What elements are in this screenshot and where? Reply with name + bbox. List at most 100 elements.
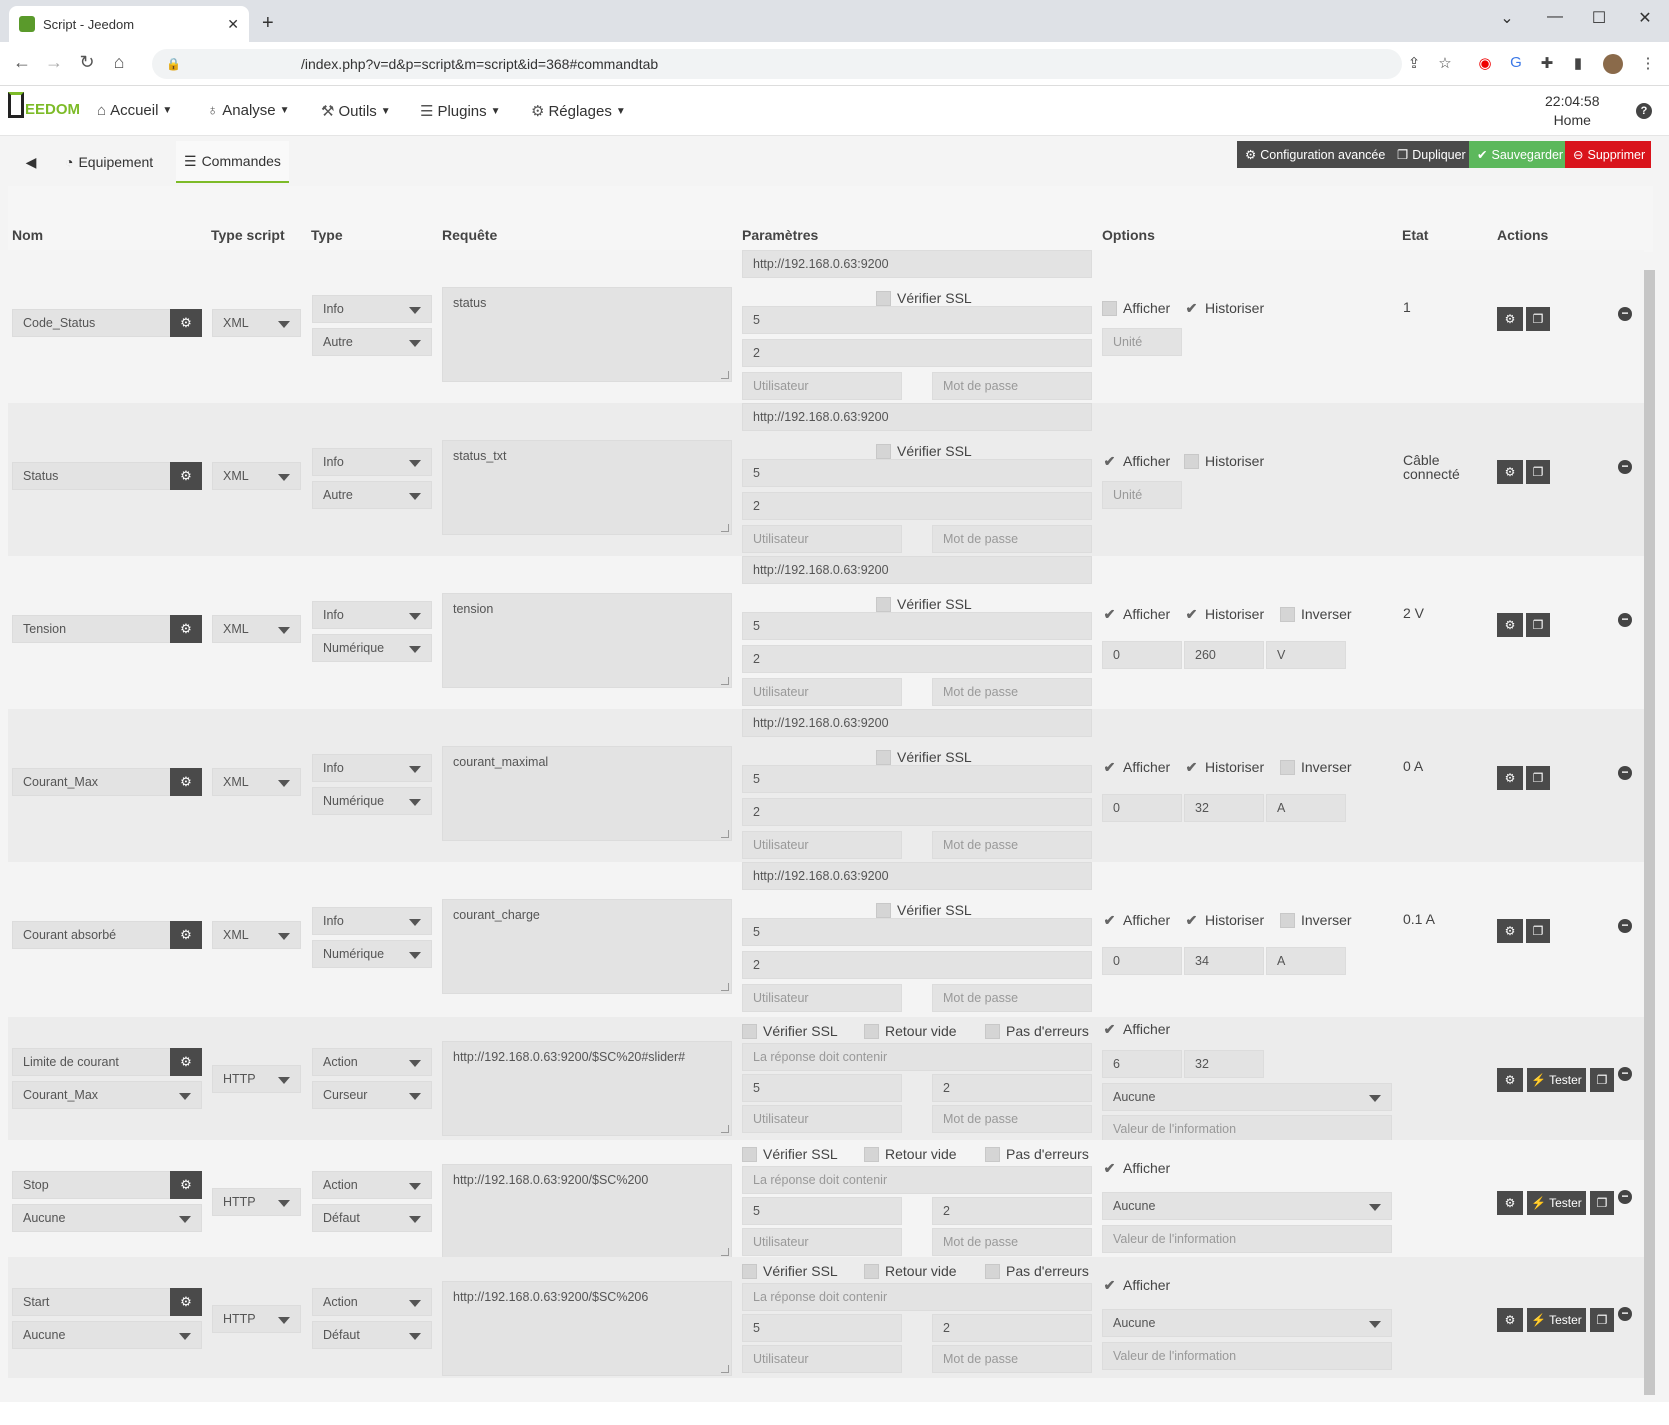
unit-input[interactable]: A	[1266, 794, 1346, 822]
duplicate-button[interactable]: ❐	[1590, 1191, 1614, 1215]
type-select[interactable]: Action	[312, 1171, 432, 1199]
advanced-config-button[interactable]: ⚙	[1497, 1068, 1523, 1092]
translate-extension-icon[interactable]: G	[1506, 54, 1526, 74]
checkbox-box[interactable]	[876, 596, 891, 612]
request-textarea[interactable]: http://192.168.0.63:9200/$SC%20#slider#	[442, 1041, 732, 1136]
password-input[interactable]: Mot de passe	[932, 372, 1092, 400]
type-select[interactable]: Info	[312, 448, 432, 476]
back-button[interactable]: ◀	[8, 141, 54, 183]
request-textarea[interactable]: courant_charge	[442, 899, 732, 994]
param-input-1[interactable]: 5	[742, 1314, 902, 1342]
configure-icon[interactable]: ⚙	[170, 462, 202, 490]
remove-command-icon[interactable]: −	[1618, 307, 1632, 321]
save-button[interactable]: ✔ Sauvegarder	[1469, 141, 1565, 168]
max-input[interactable]: 32	[1184, 794, 1264, 822]
back-arrow-icon[interactable]: ←	[10, 52, 34, 73]
check-icon[interactable]: ✔	[1102, 1021, 1117, 1037]
maximize-icon[interactable]: ☐	[1584, 8, 1614, 28]
check-icon[interactable]: ✔	[1102, 1277, 1117, 1293]
script-type-select[interactable]: XML	[212, 462, 301, 490]
checkbox-box[interactable]	[985, 1146, 1000, 1162]
min-input[interactable]: 0	[1102, 947, 1182, 975]
show-checkbox[interactable]: ✔ Afficher	[1102, 1277, 1171, 1293]
no-errors-checkbox[interactable]: Pas d'erreurs	[985, 1263, 1089, 1279]
checkbox-box[interactable]	[864, 1146, 879, 1162]
info-value-input[interactable]: Valeur de l'information	[1102, 1115, 1392, 1143]
script-type-select[interactable]: XML	[212, 768, 301, 796]
unit-input[interactable]: A	[1266, 947, 1346, 975]
type-select[interactable]: Info	[312, 907, 432, 935]
url-input[interactable]: http://192.168.0.63:9200	[742, 250, 1092, 278]
min-input[interactable]: 0	[1102, 794, 1182, 822]
value-info-select[interactable]: Aucune	[1102, 1309, 1392, 1337]
historize-checkbox[interactable]: ✔ Historiser	[1184, 300, 1265, 316]
menu-analyse[interactable]: ♁ Analyse ▼	[207, 102, 290, 119]
command-name-input[interactable]: Courant absorbé	[12, 921, 171, 949]
checkbox-box[interactable]	[864, 1263, 879, 1279]
show-checkbox[interactable]: ✔ Afficher	[1102, 606, 1171, 622]
no-errors-checkbox[interactable]: Pas d'erreurs	[985, 1146, 1089, 1162]
duplicate-button[interactable]: ❐	[1526, 919, 1550, 943]
test-button[interactable]: ⚡ Tester	[1527, 1191, 1586, 1215]
type-select[interactable]: Info	[312, 295, 432, 323]
user-input[interactable]: Utilisateur	[742, 525, 902, 553]
command-name-input[interactable]: Status	[12, 462, 171, 490]
param-input-2[interactable]: 2	[742, 645, 1092, 673]
verify-ssl-checkbox[interactable]: Vérifier SSL	[742, 1146, 838, 1162]
checkbox-box[interactable]	[876, 290, 891, 306]
duplicate-button[interactable]: ❐	[1526, 766, 1550, 790]
value-info-select[interactable]: Aucune	[1102, 1083, 1392, 1111]
linked-info-select[interactable]: Aucune	[12, 1321, 202, 1349]
verify-ssl-checkbox[interactable]: Vérifier SSL	[742, 1263, 838, 1279]
advanced-config-button[interactable]: ⚙	[1497, 307, 1523, 331]
linked-info-select[interactable]: Courant_Max	[12, 1081, 202, 1109]
user-input[interactable]: Utilisateur	[742, 372, 902, 400]
close-tab-icon[interactable]: ✕	[227, 16, 239, 33]
script-type-select[interactable]: XML	[212, 921, 301, 949]
url-input[interactable]: http://192.168.0.63:9200	[742, 403, 1092, 431]
checkbox-box[interactable]	[985, 1023, 1000, 1039]
script-type-select[interactable]: HTTP	[212, 1188, 301, 1216]
checkbox-box[interactable]	[1102, 300, 1117, 316]
info-value-input[interactable]: Valeur de l'information	[1102, 1342, 1392, 1370]
remove-command-icon[interactable]: −	[1618, 1190, 1632, 1204]
configure-icon[interactable]: ⚙	[170, 1288, 202, 1316]
configure-icon[interactable]: ⚙	[170, 1048, 202, 1076]
subtype-select[interactable]: Défaut	[312, 1321, 432, 1349]
command-name-input[interactable]: Stop	[12, 1171, 171, 1199]
test-button[interactable]: ⚡ Tester	[1527, 1308, 1586, 1332]
duplicate-button[interactable]: ❐	[1590, 1068, 1614, 1092]
command-name-input[interactable]: Tension	[12, 615, 171, 643]
request-textarea[interactable]: http://192.168.0.63:9200/$SC%206	[442, 1281, 732, 1376]
advanced-config-button[interactable]: ⚙	[1497, 919, 1523, 943]
configure-icon[interactable]: ⚙	[170, 309, 202, 337]
tab-equipement[interactable]: ◔ Equipement	[57, 141, 161, 183]
type-select[interactable]: Info	[312, 754, 432, 782]
delete-button[interactable]: ⊖ Supprimer	[1565, 141, 1651, 168]
show-checkbox[interactable]: ✔ Afficher	[1102, 759, 1171, 775]
script-type-select[interactable]: XML	[212, 309, 301, 337]
user-input[interactable]: Utilisateur	[742, 831, 902, 859]
checkbox-box[interactable]	[876, 443, 891, 459]
param-input-2[interactable]: 2	[742, 798, 1092, 826]
script-type-select[interactable]: HTTP	[212, 1305, 301, 1333]
user-input[interactable]: Utilisateur	[742, 984, 902, 1012]
checkbox-box[interactable]	[742, 1146, 757, 1162]
subtype-select[interactable]: Autre	[312, 481, 432, 509]
checkbox-box[interactable]	[1280, 606, 1295, 622]
param-input-2[interactable]: 2	[932, 1197, 1092, 1225]
param-input-2[interactable]: 2	[932, 1314, 1092, 1342]
info-value-input[interactable]: Valeur de l'information	[1102, 1225, 1392, 1253]
max-input[interactable]: 260	[1184, 641, 1264, 669]
show-checkbox[interactable]: ✔ Afficher	[1102, 912, 1171, 928]
script-type-select[interactable]: XML	[212, 615, 301, 643]
verify-ssl-checkbox[interactable]: Vérifier SSL	[876, 902, 972, 918]
subtype-select[interactable]: Numérique	[312, 787, 432, 815]
unit-input[interactable]: Unité	[1102, 328, 1182, 356]
show-checkbox[interactable]: ✔ Afficher	[1102, 1160, 1171, 1176]
type-select[interactable]: Action	[312, 1048, 432, 1076]
sidepanel-icon[interactable]: ▮	[1568, 54, 1588, 74]
user-input[interactable]: Utilisateur	[742, 678, 902, 706]
param-input-1[interactable]: 5	[742, 459, 1092, 487]
user-input[interactable]: Utilisateur	[742, 1105, 902, 1133]
